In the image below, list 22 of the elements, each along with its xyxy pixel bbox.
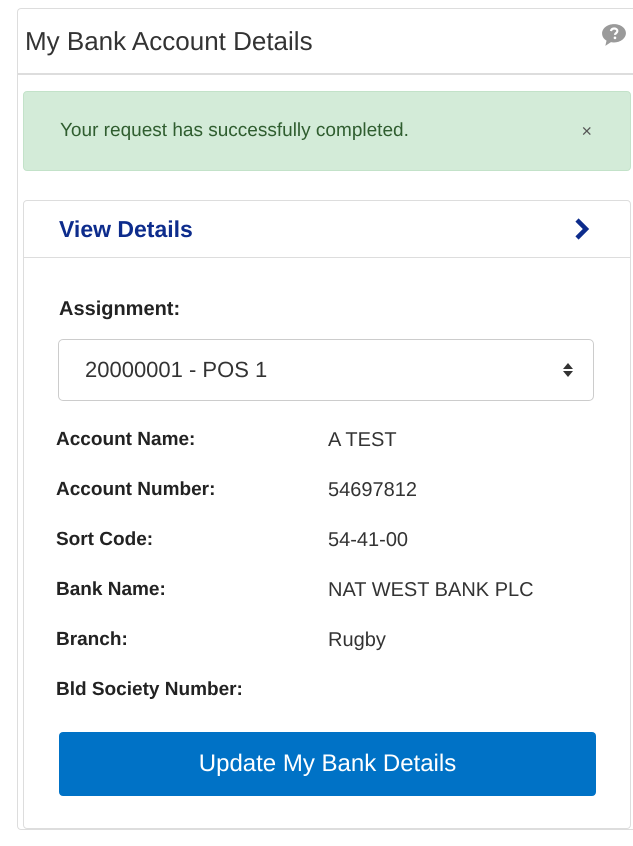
field-label: Sort Code: [56, 529, 154, 551]
field-value: 54697812 [328, 478, 417, 502]
field-value: Rugby [328, 628, 386, 652]
assignment-label: Assignment: [59, 298, 182, 321]
close-button[interactable]: × [581, 120, 592, 142]
help-icon[interactable] [601, 23, 627, 47]
field-label: Account Name: [56, 429, 196, 451]
sort-arrows-icon [563, 363, 573, 377]
assignment-select[interactable]: 20000001 - POS 1 [58, 339, 594, 401]
card-title: View Details [59, 216, 193, 242]
update-button[interactable]: Update My Bank Details [59, 732, 596, 796]
field-value: NAT WEST BANK PLC [328, 578, 534, 602]
field-value: 54-41-00 [328, 528, 408, 552]
field-label: Bld Society Number: [56, 679, 244, 701]
chevron-icon[interactable] [574, 217, 590, 241]
field-label: Branch: [56, 629, 129, 651]
field-label: Account Number: [56, 479, 216, 501]
field-value: A TEST [328, 428, 397, 452]
card-header[interactable]: View Details [24, 201, 630, 258]
alert-message: Your request has successfully completed. [60, 120, 409, 142]
field-label: Bank Name: [56, 579, 167, 601]
panel-title: My Bank Account Details [25, 26, 313, 56]
